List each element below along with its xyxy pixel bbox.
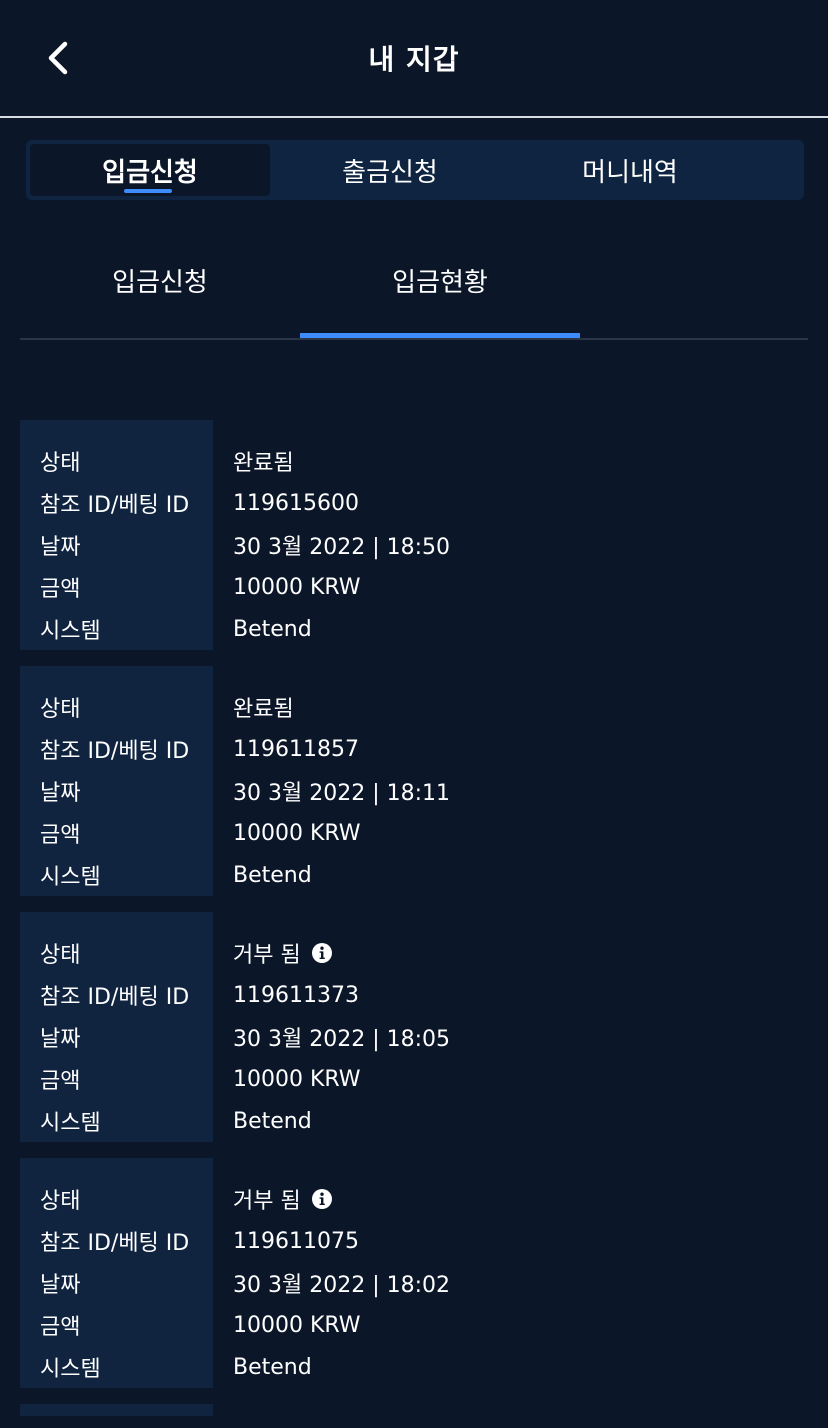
system-label: 시스템: [40, 865, 101, 890]
date-value: 30 3월 2022 | 18:05: [233, 1021, 450, 1053]
ref-id-value: 119615600: [233, 491, 359, 516]
ref-id-value-text: 119611373: [233, 982, 359, 1008]
system-value-text: Betend: [233, 862, 312, 888]
tab-label: 입금신청: [102, 157, 198, 188]
ref-id-label: 참조 ID/베팅 ID: [40, 739, 190, 764]
deposit-record: 상태 거부 됨참조 ID/베팅 ID 119611373 날짜 30 3월 2022 |…: [20, 912, 808, 1142]
status-value-text: 거부 됨: [233, 943, 301, 968]
system-label: 시스템: [40, 1111, 101, 1136]
status-value: 거부 됨: [233, 937, 333, 969]
date-value: 30 3월 2022 | 18:02: [233, 1267, 450, 1299]
system-value-text: Betend: [233, 1354, 312, 1380]
system-value: Betend: [233, 617, 312, 642]
date-label: 날짜: [40, 1273, 81, 1298]
main-tab-bar: 입금신청 출금신청 머니내역: [26, 140, 804, 200]
amount-value-text: 10000 KRW: [233, 1312, 361, 1338]
date-value-text: 30 3월 2022 | 18:02: [233, 1273, 451, 1298]
amount-label: 금액: [40, 577, 81, 602]
amount-value: 10000 KRW: [233, 1067, 361, 1092]
active-tab-underline: [124, 189, 172, 193]
ref-id-value-text: 119611857: [233, 736, 359, 762]
subtab-label: 입금현황: [392, 268, 488, 298]
tab-label: 머니내역: [582, 157, 678, 188]
amount-value-text: 10000 KRW: [233, 1066, 361, 1092]
system-value-text: Betend: [233, 1108, 312, 1134]
status-value-text: 완료됨: [233, 697, 294, 722]
status-value-text: 거부 됨: [233, 1189, 301, 1214]
status-value: 완료됨: [233, 445, 294, 477]
ref-id-value: 119611373: [233, 983, 359, 1008]
deposit-record: 상태 완료됨참조 ID/베팅 ID 119615600 날짜 30 3월 2022 | …: [20, 420, 808, 650]
ref-id-value: 119611075: [233, 1229, 359, 1254]
ref-id-value: 119611857: [233, 737, 359, 762]
subtab-deposit-request[interactable]: 입금신청: [20, 238, 300, 338]
page-title: 내 지갑: [368, 43, 460, 76]
subtab-label: 입금신청: [112, 268, 208, 298]
date-value: 30 3월 2022 | 18:50: [233, 529, 450, 561]
system-value: Betend: [233, 1355, 312, 1380]
info-icon[interactable]: [311, 1188, 333, 1210]
tab-label: 출금신청: [342, 157, 438, 188]
wallet-page: 내 지갑 입금신청 출금신청 머니내역 입금신청 입금현황 상태 완료됨 참조 ID…: [0, 0, 828, 1428]
amount-label: 금액: [40, 1315, 81, 1340]
date-value-text: 30 3월 2022 | 18:05: [233, 1027, 451, 1052]
system-value-text: Betend: [233, 616, 312, 642]
status-label: 상태: [40, 1189, 81, 1214]
status-label: 상태: [40, 943, 81, 968]
amount-value: 10000 KRW: [233, 1313, 361, 1338]
ref-id-label: 참조 ID/베팅 ID: [40, 1231, 190, 1256]
amount-value: 10000 KRW: [233, 575, 361, 600]
date-label: 날짜: [40, 781, 81, 806]
date-value: 30 3월 2022 | 18:11: [233, 775, 450, 807]
amount-label: 금액: [40, 1069, 81, 1094]
deposit-record-partial: [20, 1404, 213, 1416]
deposit-record-list: 상태 완료됨 참조 ID/베팅 ID 119615600 날짜 30 3월 2022 | …: [20, 420, 808, 1416]
ref-id-value-text: 119611075: [233, 1228, 359, 1254]
system-value: Betend: [233, 863, 312, 888]
date-label: 날짜: [40, 1027, 81, 1052]
system-label: 시스템: [40, 619, 101, 644]
date-label: 날짜: [40, 535, 81, 560]
amount-value-text: 10000 KRW: [233, 820, 361, 846]
tab-money-history[interactable]: 머니내역: [510, 144, 750, 196]
system-label: 시스템: [40, 1357, 101, 1382]
date-value-text: 30 3월 2022 | 18:50: [233, 535, 451, 560]
amount-label: 금액: [40, 823, 81, 848]
tab-withdraw-request[interactable]: 출금신청: [270, 144, 510, 196]
ref-id-value-text: 119615600: [233, 490, 359, 516]
status-label: 상태: [40, 697, 81, 722]
deposit-record: 상태 거부 됨참조 ID/베팅 ID 119611075 날짜 30 3월 2022 |…: [20, 1158, 808, 1388]
active-subtab-indicator: [300, 333, 580, 338]
amount-value: 10000 KRW: [233, 821, 361, 846]
system-value: Betend: [233, 1109, 312, 1134]
status-label: 상태: [40, 451, 81, 476]
status-value-text: 완료됨: [233, 451, 294, 476]
deposit-record: 상태 완료됨참조 ID/베팅 ID 119611857 날짜 30 3월 2022 | …: [20, 666, 808, 896]
status-value: 거부 됨: [233, 1183, 333, 1215]
ref-id-label: 참조 ID/베팅 ID: [40, 493, 190, 518]
status-value: 완료됨: [233, 691, 294, 723]
subtab-deposit-status[interactable]: 입금현황: [300, 238, 580, 338]
tab-deposit-request[interactable]: 입금신청: [30, 144, 270, 196]
date-value-text: 30 3월 2022 | 18:11: [233, 781, 451, 806]
ref-id-label: 참조 ID/베팅 ID: [40, 985, 190, 1010]
sub-tab-bar: 입금신청 입금현황: [20, 238, 808, 340]
amount-value-text: 10000 KRW: [233, 574, 361, 600]
app-header: 내 지갑: [0, 0, 828, 118]
info-icon[interactable]: [311, 942, 333, 964]
